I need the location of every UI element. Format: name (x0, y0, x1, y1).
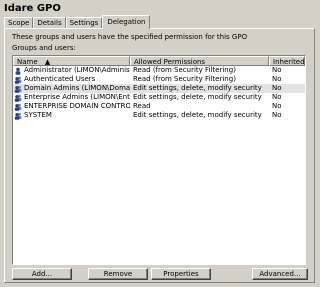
row-permission: Read (from Security Filtering) (133, 75, 236, 83)
row-name: SYSTEM (24, 111, 52, 119)
group-icon (14, 94, 22, 102)
table-row[interactable]: Enterprise Admins (LIMON\Enterpris...Edi… (13, 93, 305, 102)
row-inherited: No (272, 84, 282, 92)
table-row[interactable]: ENTERPRISE DOMAIN CONTROL... Read No (13, 102, 305, 111)
groups-users-label: Groups and users: (12, 44, 76, 52)
user-icon (15, 67, 21, 75)
column-header-name-label: Name (17, 58, 38, 66)
row-inherited: No (272, 111, 282, 119)
list-body: Administrator (LIMON\Administrator)Read … (13, 66, 305, 120)
tab-delegation[interactable]: Delegation (102, 15, 151, 29)
row-permission: Edit settings, delete, modify security (133, 84, 262, 92)
row-inherited: No (272, 66, 282, 74)
properties-button[interactable]: Properties (151, 268, 211, 280)
row-name-cell: Administrator (LIMON\Administrator) (13, 66, 130, 75)
group-icon (14, 85, 22, 93)
row-name: Domain Admins (LIMON\Domain Ad... (24, 84, 130, 92)
row-inherited: No (272, 102, 282, 110)
column-header-inherited[interactable]: Inherited (269, 56, 305, 66)
column-header-name[interactable]: Name ▲ (13, 56, 130, 66)
row-inherited: No (272, 93, 282, 101)
row-name: Authenticated Users (24, 75, 96, 83)
row-name-cell: SYSTEM (13, 111, 130, 120)
row-name-cell: Domain Admins (LIMON\Domain Ad... (13, 84, 130, 93)
window-title: Idare GPO (4, 3, 61, 14)
row-name: Enterprise Admins (LIMON\Enterpris... (24, 93, 130, 101)
remove-button[interactable]: Remove (88, 268, 148, 280)
add-button-label: Add... (31, 270, 53, 278)
row-name-cell: Authenticated Users (13, 75, 130, 84)
properties-button-label: Properties (163, 270, 199, 278)
table-row[interactable]: Domain Admins (LIMON\Domain Ad...Edit se… (13, 84, 305, 93)
column-header-permissions[interactable]: Allowed Permissions (130, 56, 269, 66)
delegation-description: These groups and users have the specifie… (12, 33, 248, 41)
table-row[interactable]: Administrator (LIMON\Administrator)Read … (13, 66, 305, 75)
row-name: ENTERPRISE DOMAIN CONTROL... (24, 102, 130, 110)
row-name-cell: ENTERPRISE DOMAIN CONTROL... (13, 102, 130, 111)
row-permission: Read (from Security Filtering) (133, 66, 236, 74)
row-permission: Edit settings, delete, modify security (133, 111, 262, 119)
add-button[interactable]: Add... (12, 268, 72, 280)
row-permission: Edit settings, delete, modify security (133, 93, 262, 101)
list-header: Name ▲ Allowed Permissions Inherited (13, 56, 305, 66)
tab-strip: Scope Details Settings Delegation (4, 15, 151, 29)
group-icon (14, 112, 22, 120)
row-permission: Read (133, 102, 151, 110)
advanced-button-label: Advanced... (259, 270, 301, 278)
group-icon (14, 76, 22, 84)
row-inherited: No (272, 75, 282, 83)
row-name: Administrator (LIMON\Administrator) (24, 66, 130, 74)
advanced-button[interactable]: Advanced... (252, 268, 308, 280)
sort-ascending-icon: ▲ (44, 58, 51, 66)
remove-button-label: Remove (103, 270, 133, 278)
permissions-list[interactable]: Name ▲ Allowed Permissions Inherited Adm… (12, 55, 306, 265)
table-row[interactable]: Authenticated Users Read (from Security F… (13, 75, 305, 84)
group-icon (14, 103, 22, 111)
row-name-cell: Enterprise Admins (LIMON\Enterpris... (13, 93, 130, 102)
table-row[interactable]: SYSTEM Edit settings, delete, modify secu… (13, 111, 305, 120)
delegation-panel: These groups and users have the specifie… (4, 28, 315, 283)
